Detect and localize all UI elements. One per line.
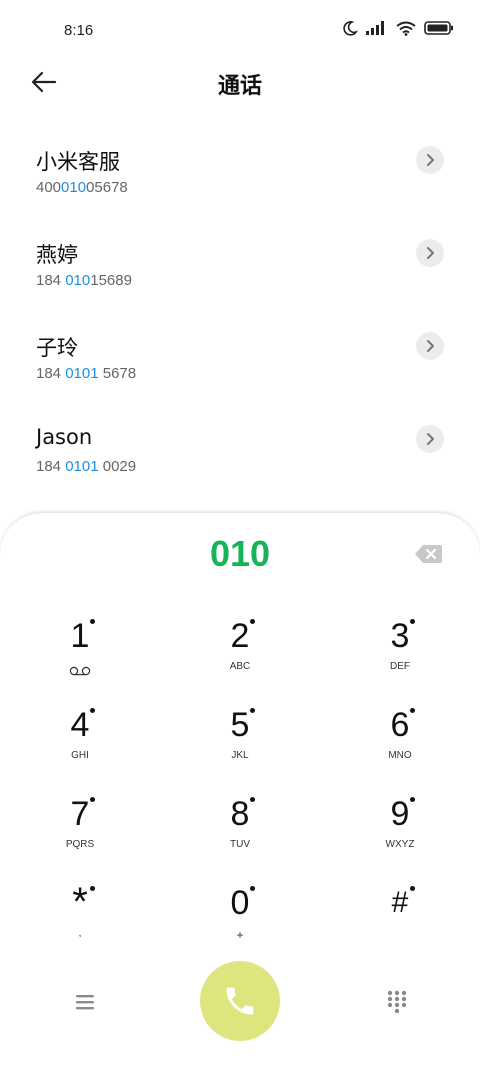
chevron-right-icon [427,340,434,352]
signal-icon [366,21,384,35]
dialpad-icon [387,990,407,1014]
key-9[interactable]: 9 WXYZ [340,791,460,871]
chevron-right-icon [427,154,434,166]
key-digit: 4 [70,706,90,744]
wifi-icon [396,21,416,36]
contact-suggestion-list: 小米客服 40001005678 燕婷 184 01015689 子玲 184 … [0,130,480,502]
key-4[interactable]: 4 GHI [20,702,140,782]
key-5[interactable]: 5 JKL [180,702,300,782]
page-title: 通话 [217,74,262,99]
dialed-number: 010 [209,533,271,574]
contact-number: 184 0101 0029 [36,458,136,475]
dialpad-panel: 010 1 2 ABC 3 DEF 4 GHI 5 JKL 6 MNO 7 PQ… [0,512,480,1066]
key-letters: ABC [229,661,251,672]
contact-detail-button[interactable] [416,332,444,360]
contact-number: 40001005678 [36,179,128,196]
chevron-right-icon [427,247,434,259]
key-letters: JKL [231,750,249,761]
key-letters: , [78,928,82,939]
key-digit: 5 [230,706,250,744]
moon-icon [343,21,358,36]
status-bar: 8:16 [0,0,480,62]
header: 通话 [0,62,480,102]
key-digit: 9 [390,795,410,833]
number-prefix: 400 [36,179,62,196]
key-digit: # [391,886,409,919]
backspace-icon [415,545,442,563]
keypad-toggle-button[interactable] [382,987,412,1017]
key-letters: PQRS [65,839,95,850]
contact-item[interactable]: 子玲 184 0101 5678 [0,316,480,409]
dialpad-action-bar [0,961,480,1043]
key-7[interactable]: 7 PQRS [20,791,140,871]
number-prefix: 184 [36,458,66,475]
voicemail-icon [69,666,91,676]
key-letters: DEF [390,661,410,672]
key-1[interactable]: 1 [20,613,140,693]
key-digit: * [72,880,88,924]
key-letters: GHI [71,750,89,761]
chevron-right-icon [427,433,434,445]
key-digit: 1 [70,617,90,655]
menu-icon [76,995,94,1010]
number-suffix: 05678 [86,179,128,196]
phone-icon [226,987,254,1015]
contact-number: 184 0101 5678 [36,365,136,382]
key-0[interactable]: 0 + [180,880,300,960]
contact-name: 小米客服 [36,150,120,174]
contact-detail-button[interactable] [416,425,444,453]
number-match: 010 [65,272,91,289]
key-2[interactable]: 2 ABC [180,613,300,693]
key-3[interactable]: 3 DEF [340,613,460,693]
contact-item[interactable]: Jason 184 0101 0029 [0,409,480,502]
number-suffix: 5678 [98,365,137,382]
key-letters: TUV [230,839,250,850]
key-digit: 2 [230,617,250,655]
number-prefix: 184 [36,365,66,382]
number-suffix: 15689 [90,272,132,289]
key-letters: + [236,928,244,942]
contact-item[interactable]: 小米客服 40001005678 [0,130,480,223]
menu-button[interactable] [70,987,100,1017]
contact-name: 燕婷 [36,243,78,267]
backspace-button[interactable] [414,544,442,564]
contact-item[interactable]: 燕婷 184 01015689 [0,223,480,316]
number-suffix: 0029 [98,458,137,475]
contact-detail-button[interactable] [416,146,444,174]
number-match: 0101 [65,458,99,475]
status-icons [342,20,454,36]
contact-number: 184 01015689 [36,272,132,289]
key-digit: 8 [230,795,250,833]
battery-icon [424,21,453,35]
key-letters: MNO [388,750,412,761]
number-match: 0101 [65,365,99,382]
key-digit: 7 [70,795,90,833]
key-digit: 6 [390,706,410,744]
key-hash[interactable]: # [340,880,460,960]
contact-detail-button[interactable] [416,239,444,267]
key-8[interactable]: 8 TUV [180,791,300,871]
key-star[interactable]: * , [20,880,140,960]
contact-name: Jason [36,425,93,449]
number-match: 010 [61,179,87,196]
key-digit: 0 [230,884,250,922]
key-digit: 3 [390,617,410,655]
status-time: 8:16 [64,22,94,39]
call-button[interactable] [200,961,280,1041]
contact-name: 子玲 [36,336,78,360]
key-letters: WXYZ [385,839,415,850]
key-6[interactable]: 6 MNO [340,702,460,782]
number-prefix: 184 [36,272,66,289]
